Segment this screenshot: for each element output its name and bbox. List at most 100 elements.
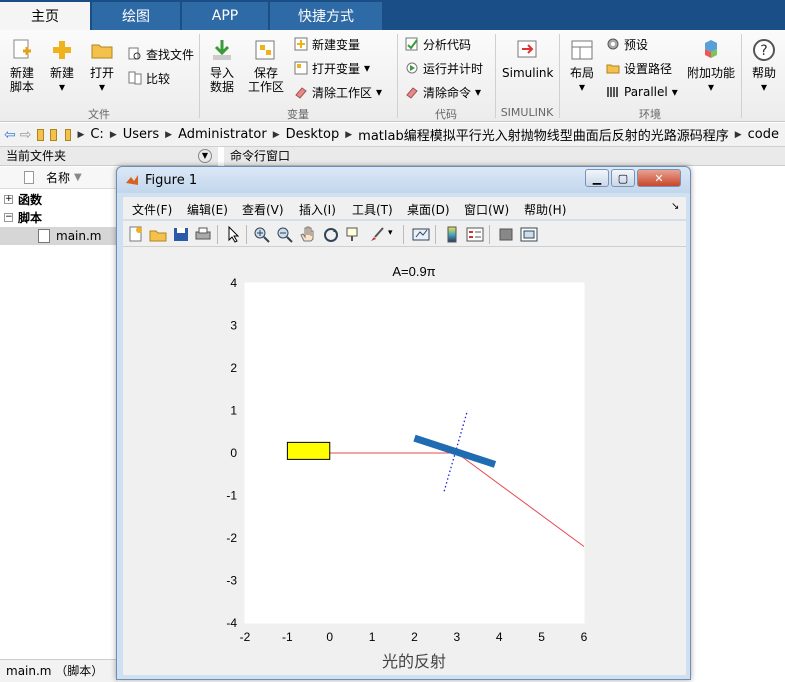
show-plot-tools-icon[interactable] — [520, 226, 538, 243]
clear-commands-button[interactable]: 清除命令 ▾ — [405, 82, 481, 102]
open-variable-button[interactable]: 打开变量 ▾ — [294, 58, 370, 78]
import-icon — [213, 40, 231, 60]
menu-insert[interactable]: 插入(I) — [299, 201, 336, 218]
x-tick-label: 3 — [454, 630, 461, 644]
name-column-label: 名称 — [46, 171, 71, 185]
save-workspace-icon — [255, 40, 275, 60]
breadcrumb-drive[interactable]: C: — [90, 127, 103, 142]
compare-icon — [128, 71, 142, 85]
chevron-down-icon: ▾ — [58, 80, 66, 94]
parallel-button[interactable]: Parallel ▾ — [606, 82, 678, 102]
new-script-icon — [13, 39, 31, 59]
forward-arrow-icon[interactable]: ⇨ — [20, 127, 32, 143]
file-item-main[interactable]: main.m — [0, 227, 118, 245]
find-files-icon — [128, 47, 141, 60]
tab-apps[interactable]: APP — [182, 2, 268, 30]
link-plot-icon[interactable] — [412, 226, 430, 243]
brush-icon[interactable] — [368, 226, 386, 243]
open-button[interactable]: 打开 ▾ — [84, 38, 120, 94]
chevron-down-icon: ▾ — [376, 85, 383, 99]
tree-group-scripts[interactable]: − 脚本 — [0, 209, 118, 227]
pan-hand-icon[interactable] — [299, 226, 317, 243]
back-arrow-icon[interactable]: ⇦ — [4, 127, 16, 143]
rotate-3d-icon[interactable] — [322, 226, 340, 243]
simulink-button[interactable]: Simulink — [502, 38, 553, 80]
x-tick-label: 5 — [538, 630, 545, 644]
legend-icon[interactable] — [466, 226, 484, 243]
data-cursor-icon[interactable] — [345, 226, 363, 243]
tab-plots[interactable]: 绘图 — [92, 2, 180, 30]
file-icon — [24, 171, 34, 184]
help-button[interactable]: ? 帮助 ▾ — [746, 38, 782, 94]
menu-tools[interactable]: 工具(T) — [352, 201, 393, 218]
sort-down-icon: ▼ — [74, 172, 82, 183]
set-path-button[interactable]: 设置路径 — [606, 58, 672, 78]
find-files-button[interactable]: 查找文件 — [128, 44, 194, 64]
hide-plot-tools-icon[interactable] — [497, 226, 515, 243]
menu-window[interactable]: 窗口(W) — [464, 201, 509, 218]
figure-title-bar[interactable]: Figure 1 ▁ ▢ ✕ — [117, 167, 690, 193]
save-workspace-button[interactable]: 保存 工作区 — [244, 38, 288, 94]
zoom-in-icon[interactable] — [253, 226, 271, 243]
open-file-icon[interactable] — [149, 226, 167, 243]
addons-button[interactable]: 附加功能 ▾ — [686, 38, 736, 94]
new-variable-button[interactable]: 新建变量 — [294, 34, 360, 54]
chevron-right-icon: ▶ — [109, 129, 117, 140]
layout-button[interactable]: 布局 ▾ — [564, 38, 600, 94]
dock-arrow-icon[interactable]: ↘ — [671, 201, 679, 212]
y-tick-label: -4 — [226, 616, 237, 630]
minimize-button[interactable]: ▁ — [585, 169, 609, 187]
compare-button[interactable]: 比较 — [128, 68, 170, 88]
new-figure-icon[interactable] — [127, 226, 145, 243]
save-icon[interactable] — [172, 226, 190, 243]
colorbar-icon[interactable] — [443, 226, 461, 243]
import-data-button[interactable]: 导入 数据 — [204, 38, 240, 94]
breadcrumb-code[interactable]: code — [748, 127, 779, 142]
chart[interactable]: -2 -1 0 1 2 3 4 5 6 -4 -3 -2 -1 0 1 2 3 4 A=0.9π 光的反射 — [123, 247, 686, 675]
tab-shortcuts[interactable]: 快捷方式 — [270, 2, 382, 30]
run-and-time-label: 运行并计时 — [423, 61, 484, 76]
breadcrumb-desktop[interactable]: Desktop — [286, 127, 340, 142]
variable-group-label: 变量 — [287, 108, 309, 121]
collapse-icon[interactable]: − — [4, 213, 13, 222]
clear-workspace-button[interactable]: 清除工作区 ▾ — [294, 82, 382, 102]
x-tick-label: 2 — [411, 630, 418, 644]
layout-label: 布局 — [569, 66, 594, 80]
print-icon[interactable] — [194, 226, 212, 243]
toolbar-separator — [246, 225, 247, 244]
menu-edit[interactable]: 编辑(E) — [187, 201, 228, 218]
environment-group-label: 环境 — [639, 108, 661, 121]
analyze-code-button[interactable]: 分析代码 — [405, 34, 471, 54]
pointer-icon[interactable] — [224, 226, 242, 243]
menu-file[interactable]: 文件(F) — [132, 201, 172, 218]
expand-icon[interactable]: + — [4, 195, 13, 204]
zoom-out-icon[interactable] — [276, 226, 294, 243]
preferences-button[interactable]: 预设 — [606, 34, 648, 54]
breadcrumb-users[interactable]: Users — [123, 127, 159, 142]
chart-title: A=0.9π — [392, 264, 435, 279]
open-label: 打开 — [89, 66, 114, 80]
browse-folder-icon[interactable] — [50, 128, 57, 141]
tree-group-functions[interactable]: + 函数 — [0, 191, 118, 209]
file-list-column-header[interactable]: 名称 ▼ — [0, 167, 118, 189]
chevron-down-icon: ▾ — [475, 85, 482, 99]
chevron-down-icon[interactable]: ▾ — [388, 228, 393, 238]
run-and-time-button[interactable]: 运行并计时 — [405, 58, 483, 78]
menu-desktop[interactable]: 桌面(D) — [407, 201, 450, 218]
help-icon: ? — [753, 39, 775, 61]
menu-view[interactable]: 查看(V) — [242, 201, 284, 218]
tab-home[interactable]: 主页 — [0, 2, 90, 30]
menu-help[interactable]: 帮助(H) — [524, 201, 566, 218]
figure-window[interactable]: Figure 1 ▁ ▢ ✕ 文件(F) 编辑(E) 查看(V) 插入(I) 工… — [116, 166, 691, 680]
breadcrumb-administrator[interactable]: Administrator — [178, 127, 267, 142]
new-button[interactable]: 新建 ▾ — [44, 38, 80, 94]
plus-icon — [53, 41, 71, 59]
close-icon: ✕ — [654, 171, 664, 185]
maximize-button[interactable]: ▢ — [611, 169, 635, 187]
breadcrumb-project-folder[interactable]: matlab编程模拟平行光入射抛物线型曲面后反射的光路源码程序 — [358, 125, 729, 144]
panel-menu-icon[interactable]: ▼ — [198, 149, 212, 163]
up-folder-icon[interactable] — [37, 128, 45, 141]
new-script-button[interactable]: 新建 脚本 — [4, 38, 40, 94]
figure-canvas[interactable]: -2 -1 0 1 2 3 4 5 6 -4 -3 -2 -1 0 1 2 3 4 A=0.9π 光的反射 — [123, 247, 686, 675]
close-button[interactable]: ✕ — [637, 169, 681, 187]
